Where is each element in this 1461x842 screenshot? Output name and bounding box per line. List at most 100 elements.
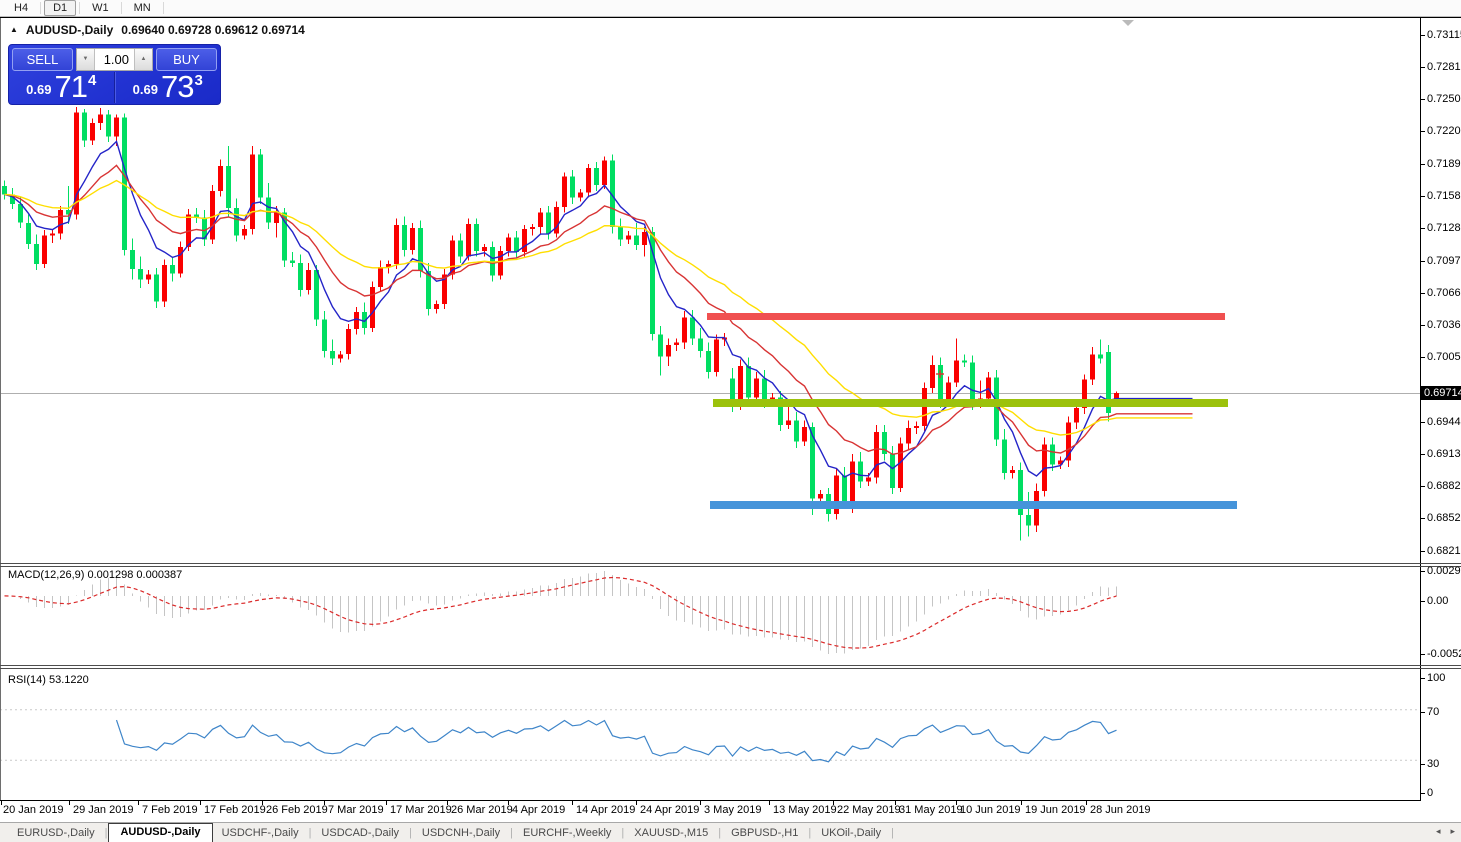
toolbar-separator bbox=[40, 2, 42, 14]
tab-gbpusd-h1[interactable]: GBPUSD-,H1 bbox=[722, 824, 807, 842]
macd-signal-line bbox=[4, 576, 1117, 649]
chart-canvas[interactable] bbox=[0, 0, 1461, 842]
buy-price-big: 73 bbox=[160, 69, 194, 104]
current-price-tag: 0.69714 bbox=[1421, 386, 1461, 400]
timeframe-button-d1[interactable]: D1 bbox=[44, 0, 77, 16]
macd-axis-label: 0.00 bbox=[1427, 595, 1449, 607]
macd-histogram bbox=[12, 571, 1117, 654]
date-axis-label: 17 Mar 2019 bbox=[390, 804, 452, 816]
sell-price[interactable]: 0.69 71 4 bbox=[9, 69, 115, 104]
timeframe-button-h4[interactable]: H4 bbox=[5, 0, 37, 16]
timeframe-toolbar: H4 D1 W1 MN bbox=[0, 0, 1461, 17]
price-axis-label: 0.68210 bbox=[1427, 545, 1461, 557]
toolbar-separator bbox=[162, 2, 164, 14]
toolbar-separator bbox=[79, 2, 81, 14]
buy-price-pip: 3 bbox=[194, 72, 203, 89]
sr-bands[interactable] bbox=[707, 313, 1237, 509]
date-axis-label: 22 May 2019 bbox=[837, 804, 901, 816]
one-click-trading-panel: SELL ▼ 1.00 ▲ BUY 0.69 71 4 0.69 73 3 bbox=[8, 44, 221, 105]
price-axis-label: 0.72200 bbox=[1427, 125, 1461, 137]
sell-button[interactable]: SELL bbox=[12, 48, 73, 71]
date-axis-label: 24 Apr 2019 bbox=[640, 804, 700, 816]
tab-usdcad-daily[interactable]: USDCAD-,Daily bbox=[312, 824, 408, 842]
tab-audusd-daily[interactable]: AUDUSD-,Daily bbox=[108, 823, 213, 842]
price-axis-label: 0.70360 bbox=[1427, 319, 1461, 331]
chart-shift-marker[interactable] bbox=[1122, 20, 1134, 26]
price-axis-label: 0.71890 bbox=[1427, 158, 1461, 170]
buy-price-prefix: 0.69 bbox=[132, 82, 158, 97]
tab-xauusd-m15[interactable]: XAUUSD-,M15 bbox=[625, 824, 717, 842]
volume-spinner: ▼ 1.00 ▲ bbox=[76, 48, 153, 71]
price-axis-label: 0.68825 bbox=[1427, 480, 1461, 492]
price-axis-label: 0.69130 bbox=[1427, 448, 1461, 460]
timeframe-button-mn[interactable]: MN bbox=[125, 0, 160, 16]
chart-header: ▲ AUDUSD-,Daily 0.69640 0.69728 0.69612 … bbox=[10, 23, 305, 37]
tab-usdchf-daily[interactable]: USDCHF-,Daily bbox=[213, 824, 308, 842]
rsi-axis-label: 0 bbox=[1427, 787, 1434, 799]
volume-input[interactable]: 1.00 bbox=[95, 49, 134, 70]
date-axis-label: 20 Jan 2019 bbox=[3, 804, 64, 816]
sell-price-pip: 4 bbox=[87, 72, 97, 89]
tab-usdcnh-daily[interactable]: USDCNH-,Daily bbox=[413, 824, 509, 842]
band-resistance bbox=[707, 313, 1225, 320]
ma-line-30 bbox=[4, 179, 1193, 436]
chart-frame bbox=[0, 17, 1461, 805]
date-axis-label: 10 Jun 2019 bbox=[960, 804, 1021, 816]
rsi-indicator-label: RSI(14) 53.1220 bbox=[8, 674, 89, 686]
volume-decrease-icon[interactable]: ▼ bbox=[77, 49, 95, 70]
date-axis-label: 28 Jun 2019 bbox=[1090, 804, 1151, 816]
ma-line-15 bbox=[4, 164, 1193, 456]
date-axis-label: 29 Jan 2019 bbox=[73, 804, 134, 816]
date-axis-label: 14 Apr 2019 bbox=[576, 804, 636, 816]
sell-price-big: 71 bbox=[54, 69, 87, 104]
band-support bbox=[710, 501, 1237, 509]
price-axis-label: 0.69440 bbox=[1427, 416, 1461, 428]
tab-ukoil-daily[interactable]: UKOil-,Daily bbox=[812, 824, 890, 842]
price-axis-label: 0.72505 bbox=[1427, 93, 1461, 105]
date-axis-label: 26 Mar 2019 bbox=[451, 804, 513, 816]
tab-scroll-right-icon[interactable]: ▸ bbox=[1450, 826, 1455, 837]
price-axis-label: 0.73115 bbox=[1427, 29, 1461, 41]
date-axis-label: 17 Feb 2019 bbox=[204, 804, 266, 816]
date-axis-label: 19 Jun 2019 bbox=[1025, 804, 1086, 816]
candles-group bbox=[2, 107, 1119, 541]
ma-line-7 bbox=[4, 140, 1193, 478]
price-axis-label: 0.68520 bbox=[1427, 512, 1461, 524]
price-axis-label: 0.71280 bbox=[1427, 222, 1461, 234]
tab-eurchf-weekly[interactable]: EURCHF-,Weekly bbox=[514, 824, 620, 842]
buy-button[interactable]: BUY bbox=[156, 48, 217, 71]
sell-price-prefix: 0.69 bbox=[26, 82, 52, 97]
price-axis-label: 0.71585 bbox=[1427, 190, 1461, 202]
date-axis-label: 3 May 2019 bbox=[704, 804, 762, 816]
timeframe-button-w1[interactable]: W1 bbox=[83, 0, 118, 16]
ma-lines bbox=[4, 140, 1193, 478]
band-pivot bbox=[713, 399, 1228, 407]
macd-indicator-label: MACD(12,26,9) 0.001298 0.000387 bbox=[8, 569, 183, 581]
date-axis-label: 26 Feb 2019 bbox=[266, 804, 328, 816]
rsi-axis-label: 100 bbox=[1427, 672, 1446, 684]
date-axis-label: 4 Apr 2019 bbox=[512, 804, 566, 816]
chart-symbol-title: AUDUSD-,Daily bbox=[25, 23, 114, 37]
macd-axis-label: 0.002984 bbox=[1427, 565, 1461, 577]
tab-separator: | bbox=[891, 826, 894, 839]
price-axis-label: 0.72810 bbox=[1427, 61, 1461, 73]
date-axis-label: 7 Feb 2019 bbox=[142, 804, 198, 816]
panel-collapse-icon[interactable]: ▲ bbox=[10, 24, 18, 36]
tab-eurusd-daily[interactable]: EURUSD-,Daily bbox=[8, 824, 104, 842]
price-axis-label: 0.70050 bbox=[1427, 351, 1461, 363]
price-axis-label: 0.70665 bbox=[1427, 287, 1461, 299]
date-axis-label: 13 May 2019 bbox=[773, 804, 837, 816]
rsi-line bbox=[115, 719, 1117, 763]
chart-ohlc-values: 0.69640 0.69728 0.69612 0.69714 bbox=[121, 23, 305, 37]
tab-scroll-left-icon[interactable]: ◂ bbox=[1436, 826, 1441, 837]
volume-increase-icon[interactable]: ▲ bbox=[134, 49, 152, 70]
buy-price[interactable]: 0.69 73 3 bbox=[114, 69, 221, 104]
price-axis-label: 0.70970 bbox=[1427, 255, 1461, 267]
toolbar-separator bbox=[120, 2, 122, 14]
date-axis-label: 7 Mar 2019 bbox=[328, 804, 384, 816]
rsi-axis-label: 30 bbox=[1427, 758, 1440, 770]
tab-scroll-controls: ◂ ▸ bbox=[1436, 826, 1455, 837]
rsi-axis-label: 70 bbox=[1427, 706, 1440, 718]
date-axis-label: 31 May 2019 bbox=[899, 804, 963, 816]
chart-tab-bar: EURUSD-,Daily | AUDUSD-,Daily USDCHF-,Daily… bbox=[0, 822, 1461, 842]
